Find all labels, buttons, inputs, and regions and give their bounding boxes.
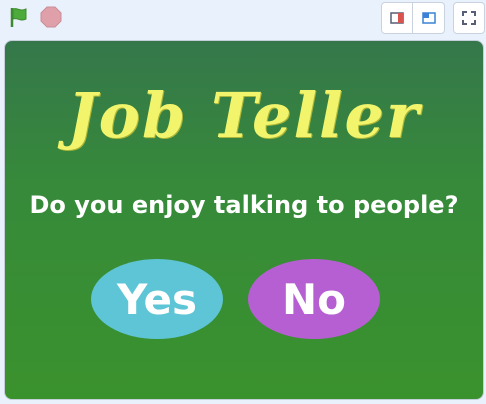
fullscreen-button[interactable] <box>453 2 485 34</box>
large-stage-icon <box>421 12 436 24</box>
yes-button[interactable]: Yes <box>91 259 223 339</box>
stop-button[interactable] <box>38 4 64 30</box>
question-text: Do you enjoy talking to people? <box>29 191 459 219</box>
green-flag-icon <box>10 8 27 27</box>
stop-icon <box>40 6 62 28</box>
stage-canvas[interactable]: Job Teller Do you enjoy talking to peopl… <box>4 40 484 400</box>
stage-header <box>0 0 486 36</box>
green-flag-button[interactable] <box>6 4 32 30</box>
large-stage-button[interactable] <box>413 2 445 34</box>
small-stage-button[interactable] <box>381 2 413 34</box>
game-title: Job Teller <box>67 79 421 152</box>
small-stage-icon <box>390 12 404 24</box>
fullscreen-icon <box>462 11 476 25</box>
no-button[interactable]: No <box>248 259 380 339</box>
